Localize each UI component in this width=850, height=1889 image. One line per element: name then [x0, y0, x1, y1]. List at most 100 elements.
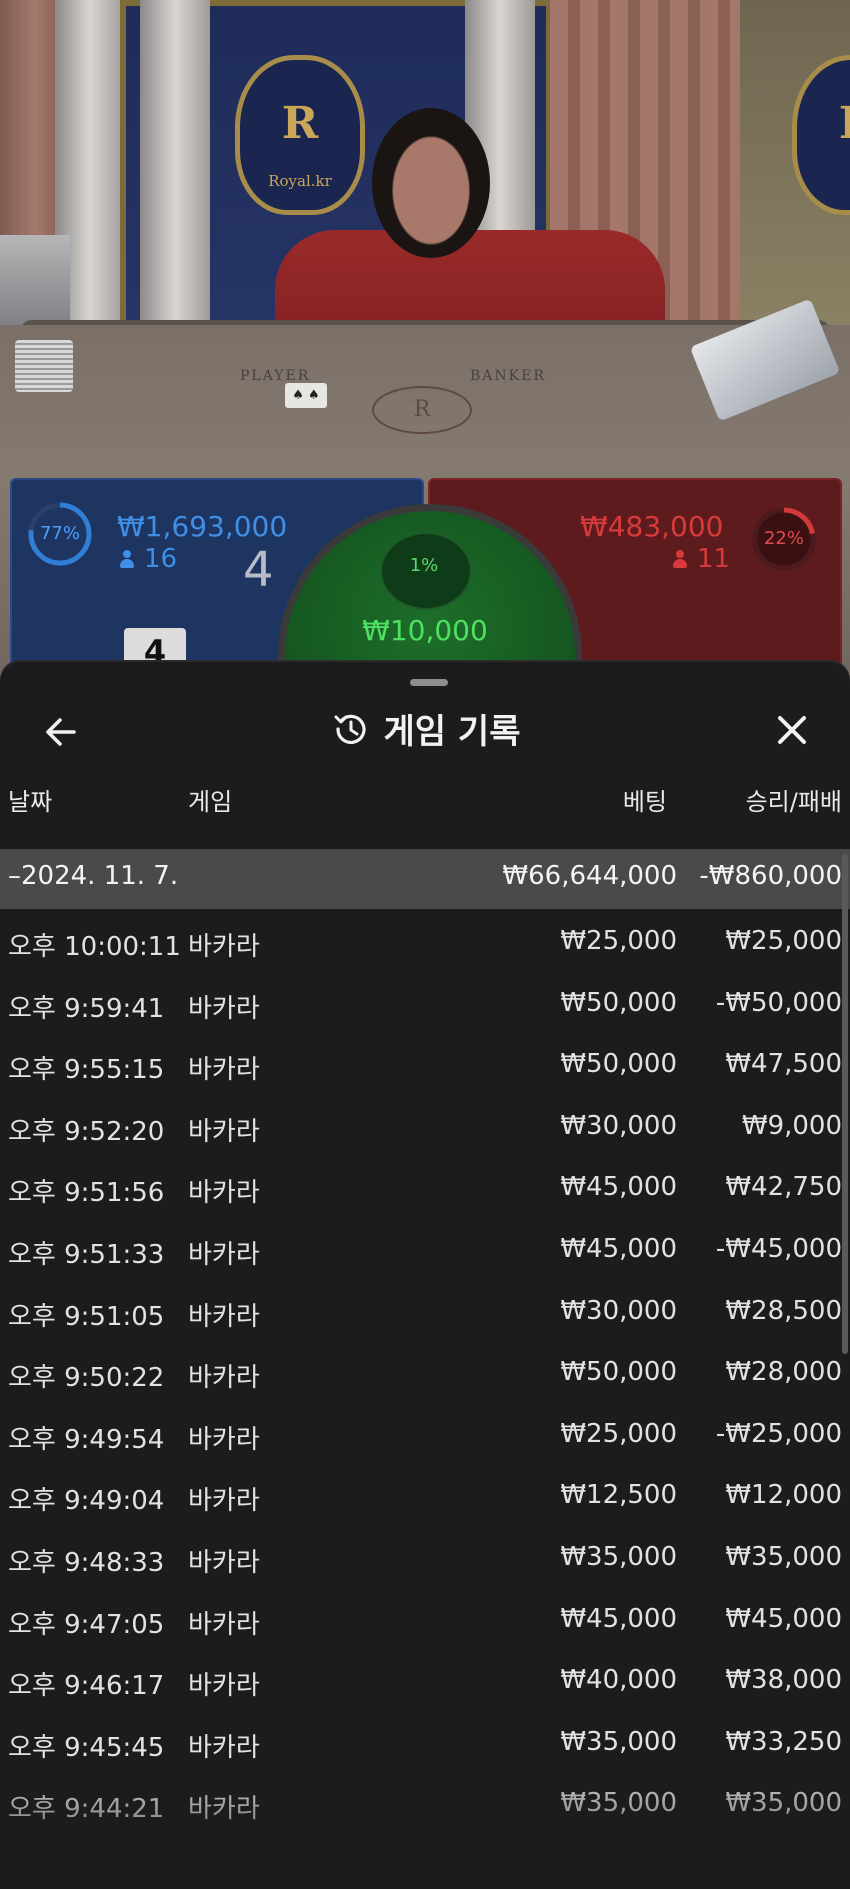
- history-row[interactable]: 오후 9:51:33 바카라 ₩45,000 -₩45,000: [0, 1220, 850, 1282]
- dealer-head: [372, 108, 490, 258]
- row-time: 오후 10:00:11: [8, 932, 181, 962]
- history-row[interactable]: 오후 9:44:21 바카라 ₩35,000 ₩35,000: [0, 1774, 850, 1836]
- player-bet-amount: ₩1,693,000: [117, 510, 288, 543]
- history-row[interactable]: 오후 9:45:45 바카라 ₩35,000 ₩33,250: [0, 1713, 850, 1775]
- row-game: 바카라: [188, 1301, 260, 1332]
- row-time: 오후 9:55:15: [8, 1055, 165, 1086]
- row-bet: ₩35,000: [560, 1726, 677, 1757]
- row-bet: ₩45,000: [560, 1603, 677, 1634]
- history-row[interactable]: 오후 9:55:15 바카라 ₩50,000 ₩47,500: [0, 1035, 850, 1097]
- scrollbar[interactable]: [842, 854, 848, 1354]
- row-time: 오후 9:49:54: [8, 1424, 165, 1455]
- close-icon: [778, 716, 806, 744]
- row-game: 바카라: [188, 1424, 260, 1455]
- row-time: 오후 9:47:05: [8, 1609, 165, 1640]
- row-result: ₩28,000: [725, 1357, 842, 1388]
- history-row[interactable]: 오후 9:47:05 바카라 ₩45,000 ₩45,000: [0, 1590, 850, 1652]
- history-row[interactable]: 오후 9:49:54 바카라 ₩25,000 -₩25,000: [0, 1405, 850, 1467]
- player-count-value: 16: [144, 544, 178, 574]
- royal-crest-logo: R Royal.kr: [235, 55, 365, 215]
- row-game: 바카라: [188, 1178, 260, 1209]
- row-time: 오후 9:51:33: [8, 1239, 165, 1270]
- banker-count-value: 11: [697, 544, 731, 574]
- banker-bettor-count: 11: [673, 544, 730, 574]
- row-game: 바카라: [188, 1486, 260, 1517]
- date-group-result-total: -₩860,000: [699, 861, 842, 891]
- card-stack: [15, 340, 73, 392]
- player-bettor-count: 16: [120, 544, 177, 574]
- row-game: 바카라: [188, 1794, 260, 1825]
- sheet-header: 게임 기록: [0, 704, 850, 764]
- row-game: 바카라: [188, 1609, 260, 1640]
- column-header-date: 날짜: [8, 788, 53, 816]
- row-game: 바카라: [188, 1732, 260, 1763]
- row-result: ₩42,750: [725, 1172, 842, 1203]
- row-result: -₩25,000: [715, 1418, 842, 1449]
- history-row[interactable]: 오후 9:51:05 바카라 ₩30,000 ₩28,500: [0, 1282, 850, 1344]
- row-game: 바카라: [188, 1671, 260, 1702]
- date-group-bet-total: ₩66,644,000: [502, 861, 677, 891]
- sheet-drag-handle[interactable]: [410, 679, 448, 686]
- table-logo: R: [372, 386, 472, 434]
- row-result: -₩50,000: [715, 987, 842, 1018]
- row-bet: ₩30,000: [560, 1110, 677, 1141]
- history-row[interactable]: 오후 9:49:04 바카라 ₩12,500 ₩12,000: [0, 1466, 850, 1528]
- history-row[interactable]: 오후 9:52:20 바카라 ₩30,000 ₩9,000: [0, 1097, 850, 1159]
- sheet-title: 게임 기록: [383, 712, 521, 752]
- player-score: 4: [243, 542, 274, 598]
- person-icon: [673, 550, 687, 568]
- pillar-inner-left: [140, 0, 210, 330]
- date-group-row[interactable]: –2024. 11. 7. ₩66,644,000 -₩860,000: [0, 849, 850, 909]
- tie-bet-amount: ₩10,000: [362, 614, 488, 647]
- row-bet: ₩50,000: [560, 987, 677, 1018]
- date-group-label: –2024. 11. 7.: [8, 861, 179, 891]
- column-header-bet: 베팅: [622, 788, 667, 816]
- row-game: 바카라: [188, 1547, 260, 1578]
- felt-player-label: PLAYER: [240, 368, 311, 384]
- playing-card-icon: ♠ ♠: [285, 383, 327, 408]
- row-result: ₩45,000: [725, 1603, 842, 1634]
- row-game: 바카라: [188, 1055, 260, 1086]
- row-time: 오후 9:52:20: [8, 1116, 165, 1147]
- history-row[interactable]: 오후 9:48:33 바카라 ₩35,000 ₩35,000: [0, 1528, 850, 1590]
- banker-percent-label: 22%: [763, 528, 804, 549]
- row-time: 오후 9:51:56: [8, 1178, 165, 1209]
- row-bet: ₩45,000: [560, 1233, 677, 1264]
- card-discard-tray: [0, 235, 70, 330]
- game-history-sheet: 게임 기록 날짜 게임 베팅 승리/패배 –2024. 11. 7. ₩66,6…: [0, 662, 850, 1889]
- row-result: ₩47,500: [725, 1049, 842, 1080]
- row-bet: ₩40,000: [560, 1665, 677, 1696]
- history-row[interactable]: 오후 9:59:41 바카라 ₩50,000 -₩50,000: [0, 974, 850, 1036]
- row-game: 바카라: [188, 1363, 260, 1394]
- history-list: 오후 10:00:11 바카라 ₩25,000 ₩25,000 오후 9:59:41 바카…: [0, 912, 850, 1836]
- history-row[interactable]: 오후 9:46:17 바카라 ₩40,000 ₩38,000: [0, 1651, 850, 1713]
- row-time: 오후 9:44:21: [8, 1794, 165, 1825]
- row-time: 오후 9:51:05: [8, 1301, 165, 1332]
- row-result: ₩9,000: [741, 1110, 842, 1141]
- row-time: 오후 9:50:22: [8, 1363, 165, 1394]
- row-game: 바카라: [188, 932, 260, 962]
- row-result: ₩35,000: [725, 1788, 842, 1819]
- row-result: ₩28,500: [725, 1295, 842, 1326]
- row-game: 바카라: [188, 1116, 260, 1147]
- row-time: 오후 9:59:41: [8, 993, 165, 1024]
- banker-bet-amount: ₩483,000: [580, 510, 724, 543]
- row-bet: ₩50,000: [560, 1049, 677, 1080]
- row-result: -₩45,000: [715, 1233, 842, 1264]
- row-time: 오후 9:45:45: [8, 1732, 165, 1763]
- person-icon: [120, 550, 134, 568]
- row-bet: ₩35,000: [560, 1788, 677, 1819]
- row-bet: ₩12,500: [560, 1480, 677, 1511]
- row-time: 오후 9:49:04: [8, 1486, 165, 1517]
- row-game: 바카라: [188, 1239, 260, 1270]
- close-button[interactable]: [768, 706, 816, 754]
- row-result: ₩35,000: [725, 1541, 842, 1572]
- history-row[interactable]: 오후 9:51:56 바카라 ₩45,000 ₩42,750: [0, 1158, 850, 1220]
- row-bet: ₩45,000: [560, 1172, 677, 1203]
- row-result: ₩33,250: [725, 1726, 842, 1757]
- column-header-game: 게임: [188, 788, 233, 816]
- player-percent-label: 77%: [39, 523, 80, 544]
- history-row[interactable]: 오후 10:00:11 바카라 ₩25,000 ₩25,000: [0, 912, 850, 974]
- tie-percent-label: 1%: [409, 555, 439, 576]
- history-row[interactable]: 오후 9:50:22 바카라 ₩50,000 ₩28,000: [0, 1343, 850, 1405]
